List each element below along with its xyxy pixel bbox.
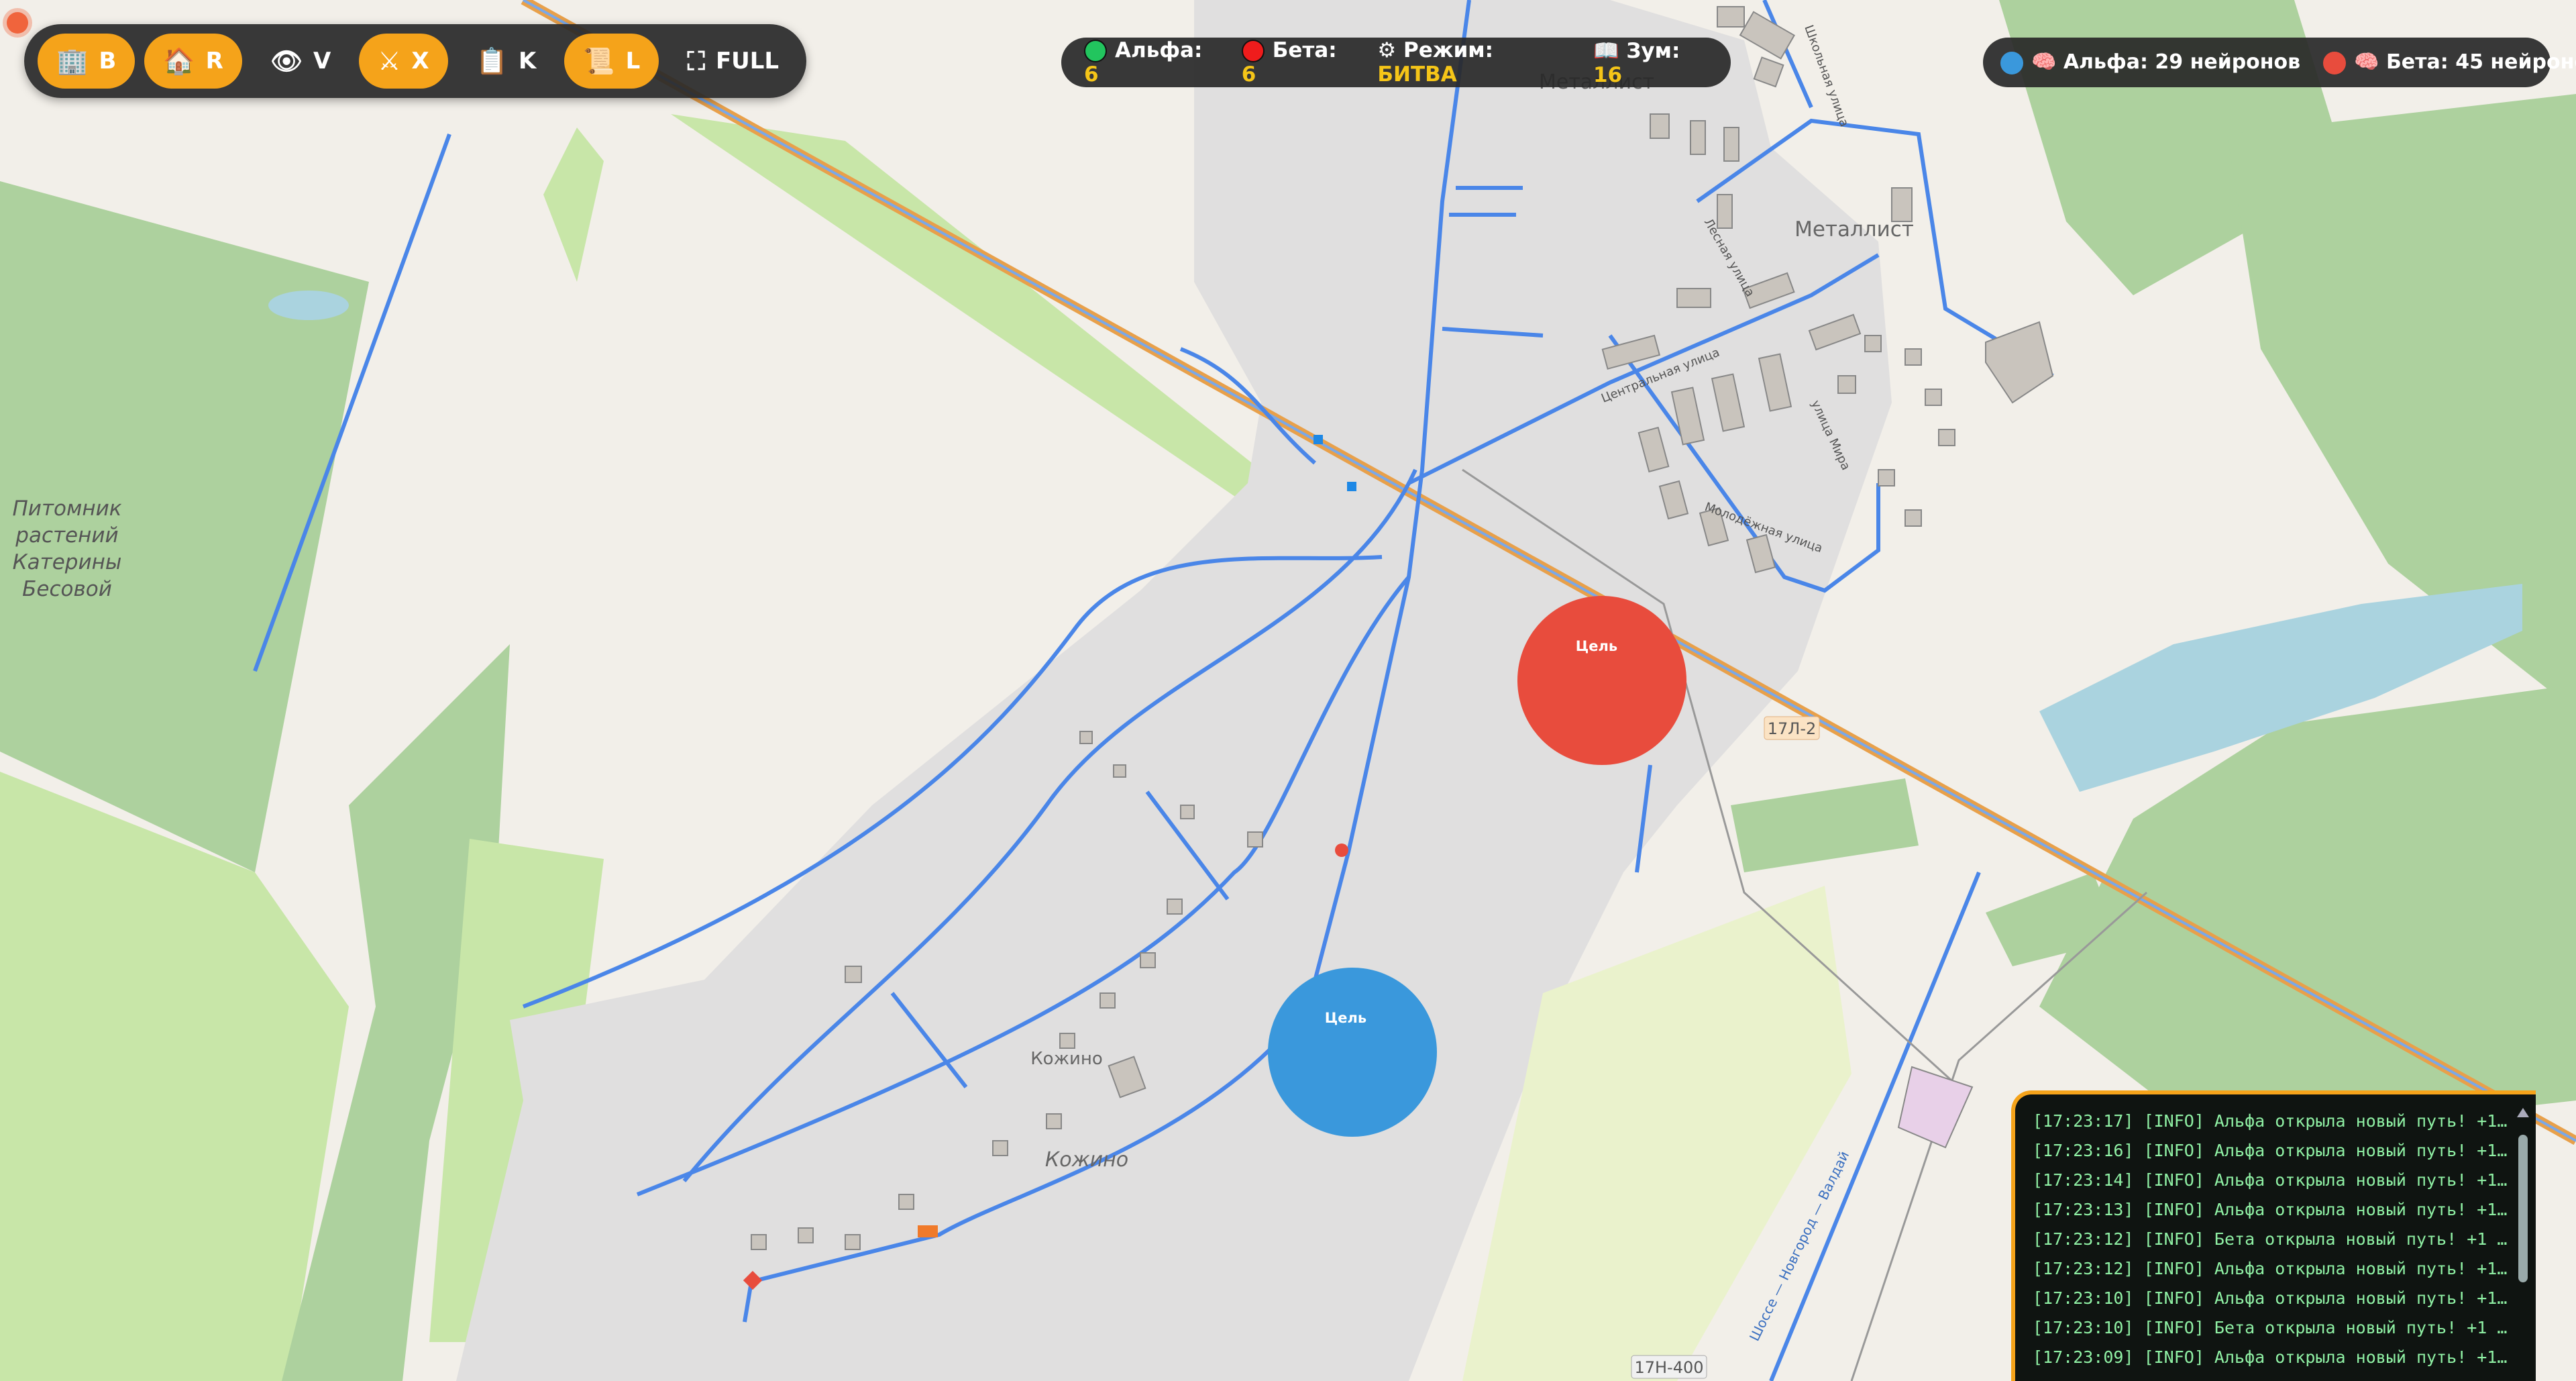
beta-dot-icon (1241, 40, 1265, 63)
log-entry: [17:23:10] [INFO] Бета открыла новый пут… (2033, 1318, 2509, 1337)
toolbar-button-x[interactable]: ⚔ X (359, 34, 448, 89)
toolbar-button-label: R (205, 48, 223, 74)
svg-text:Бесовой: Бесовой (22, 577, 112, 601)
scroll-thumb[interactable] (2518, 1135, 2528, 1282)
road-ref-17l2: 17Л-2 (1768, 719, 1817, 738)
alpha-count: Альфа: 6 (1084, 38, 1203, 87)
scroll-up-icon[interactable] (2517, 1108, 2529, 1117)
eye-icon: 👁 (270, 46, 303, 76)
log-entry: [17:23:17] [INFO] Альфа открыла новый пу… (2033, 1111, 2509, 1131)
brain-icon: 🧠 (2354, 50, 2379, 74)
log-entry: [17:23:09] [INFO] Альфа открыла новый пу… (2033, 1347, 2509, 1367)
beta-count: Бета: 6 (1241, 38, 1337, 87)
crossed-swords-icon: ⚔ (378, 46, 401, 76)
beta-neurons: 🧠 Бета: 45 нейронов (2323, 50, 2576, 74)
toolbar-button-label: B (99, 48, 117, 74)
map-book-icon: 📖 (1593, 38, 1619, 63)
log-entry: [17:23:10] [INFO] Альфа открыла новый пу… (2033, 1288, 2509, 1308)
alpha-unit-marker (1347, 482, 1356, 491)
fullscreen-icon: ⛶ (687, 46, 705, 76)
toolbar-button-label: V (313, 48, 331, 74)
log-entry: [17:23:13] [INFO] Альфа открыла новый пу… (2033, 1200, 2509, 1219)
log-scrollbar[interactable] (2516, 1108, 2530, 1376)
toolbar-button-v[interactable]: 👁 V (252, 34, 350, 89)
log-entry: [17:23:12] [INFO] Альфа открыла новый пу… (2033, 1259, 2509, 1278)
beta-target-circle (1517, 596, 1686, 765)
toolbar-button-k[interactable]: 📋 K (458, 34, 555, 89)
alpha-target-label: Цель (1325, 1010, 1366, 1026)
beta-dot-icon (2323, 51, 2347, 74)
svg-text:Катерины: Катерины (13, 550, 122, 574)
svg-text:растений: растений (15, 523, 118, 548)
toolbar-button-label: L (625, 48, 641, 74)
status-bar: Альфа: 6 Бета: 6 ⚙ Режим: БИТВА 📖 Зум: 1… (1061, 38, 1731, 87)
brain-icon: 🧠 (2031, 50, 2057, 74)
road-ref-17n400: 17Н-400 (1634, 1358, 1703, 1377)
log-entry: [17:23:12] [INFO] Бета открыла новый пут… (2033, 1229, 2509, 1249)
place-metallist: Металлист (1794, 217, 1914, 242)
recording-indicator (7, 12, 28, 34)
alpha-unit-marker (1313, 435, 1323, 444)
toolbar-button-label: K (518, 48, 537, 74)
toolbar-button-r[interactable]: 🏠 R (144, 34, 242, 89)
beta-unit-marker (918, 1225, 938, 1237)
zoom-indicator: 📖 Зум: 16 (1593, 38, 1680, 87)
alpha-target-circle (1268, 968, 1437, 1137)
gear-icon: ⚙ (1377, 38, 1397, 62)
toolbar-button-full[interactable]: ⛶ FULL (668, 34, 798, 89)
top-toolbar: 🏢 B 🏠 R 👁 V ⚔ X 📋 K 📜 L ⛶ FULL (24, 24, 806, 98)
beta-target-label: Цель (1576, 638, 1617, 654)
event-log[interactable]: [17:23:17] [INFO] Альфа открыла новый пу… (2011, 1090, 2536, 1381)
buildings-icon: 🏢 (56, 46, 89, 76)
beta-unit-marker (1335, 843, 1348, 857)
house-icon: 🏠 (163, 46, 195, 76)
toolbar-button-label: FULL (715, 48, 780, 74)
log-entry: [17:23:16] [INFO] Альфа открыла новый пу… (2033, 1141, 2509, 1160)
alpha-dot-icon (1084, 40, 1107, 63)
log-entry: [17:23:14] [INFO] Альфа открыла новый пу… (2033, 1170, 2509, 1190)
place-kozhino-small: Кожино (1030, 1049, 1103, 1069)
alpha-neurons: 🧠 Альфа: 29 нейронов (2000, 50, 2300, 74)
toolbar-button-label: X (411, 48, 429, 74)
nursery-label: Питомник (12, 497, 121, 521)
toolbar-button-b[interactable]: 🏢 B (38, 34, 136, 89)
scroll-icon: 📜 (583, 46, 615, 76)
mode-indicator: ⚙ Режим: БИТВА (1377, 38, 1494, 87)
alpha-dot-icon (2000, 51, 2023, 74)
toolbar-button-l[interactable]: 📜 L (564, 34, 659, 89)
place-kozhino: Кожино (1045, 1148, 1128, 1172)
neurons-panel: 🧠 Альфа: 29 нейронов 🧠 Бета: 45 нейронов (1983, 38, 2576, 87)
clipboard-icon: 📋 (476, 46, 508, 76)
